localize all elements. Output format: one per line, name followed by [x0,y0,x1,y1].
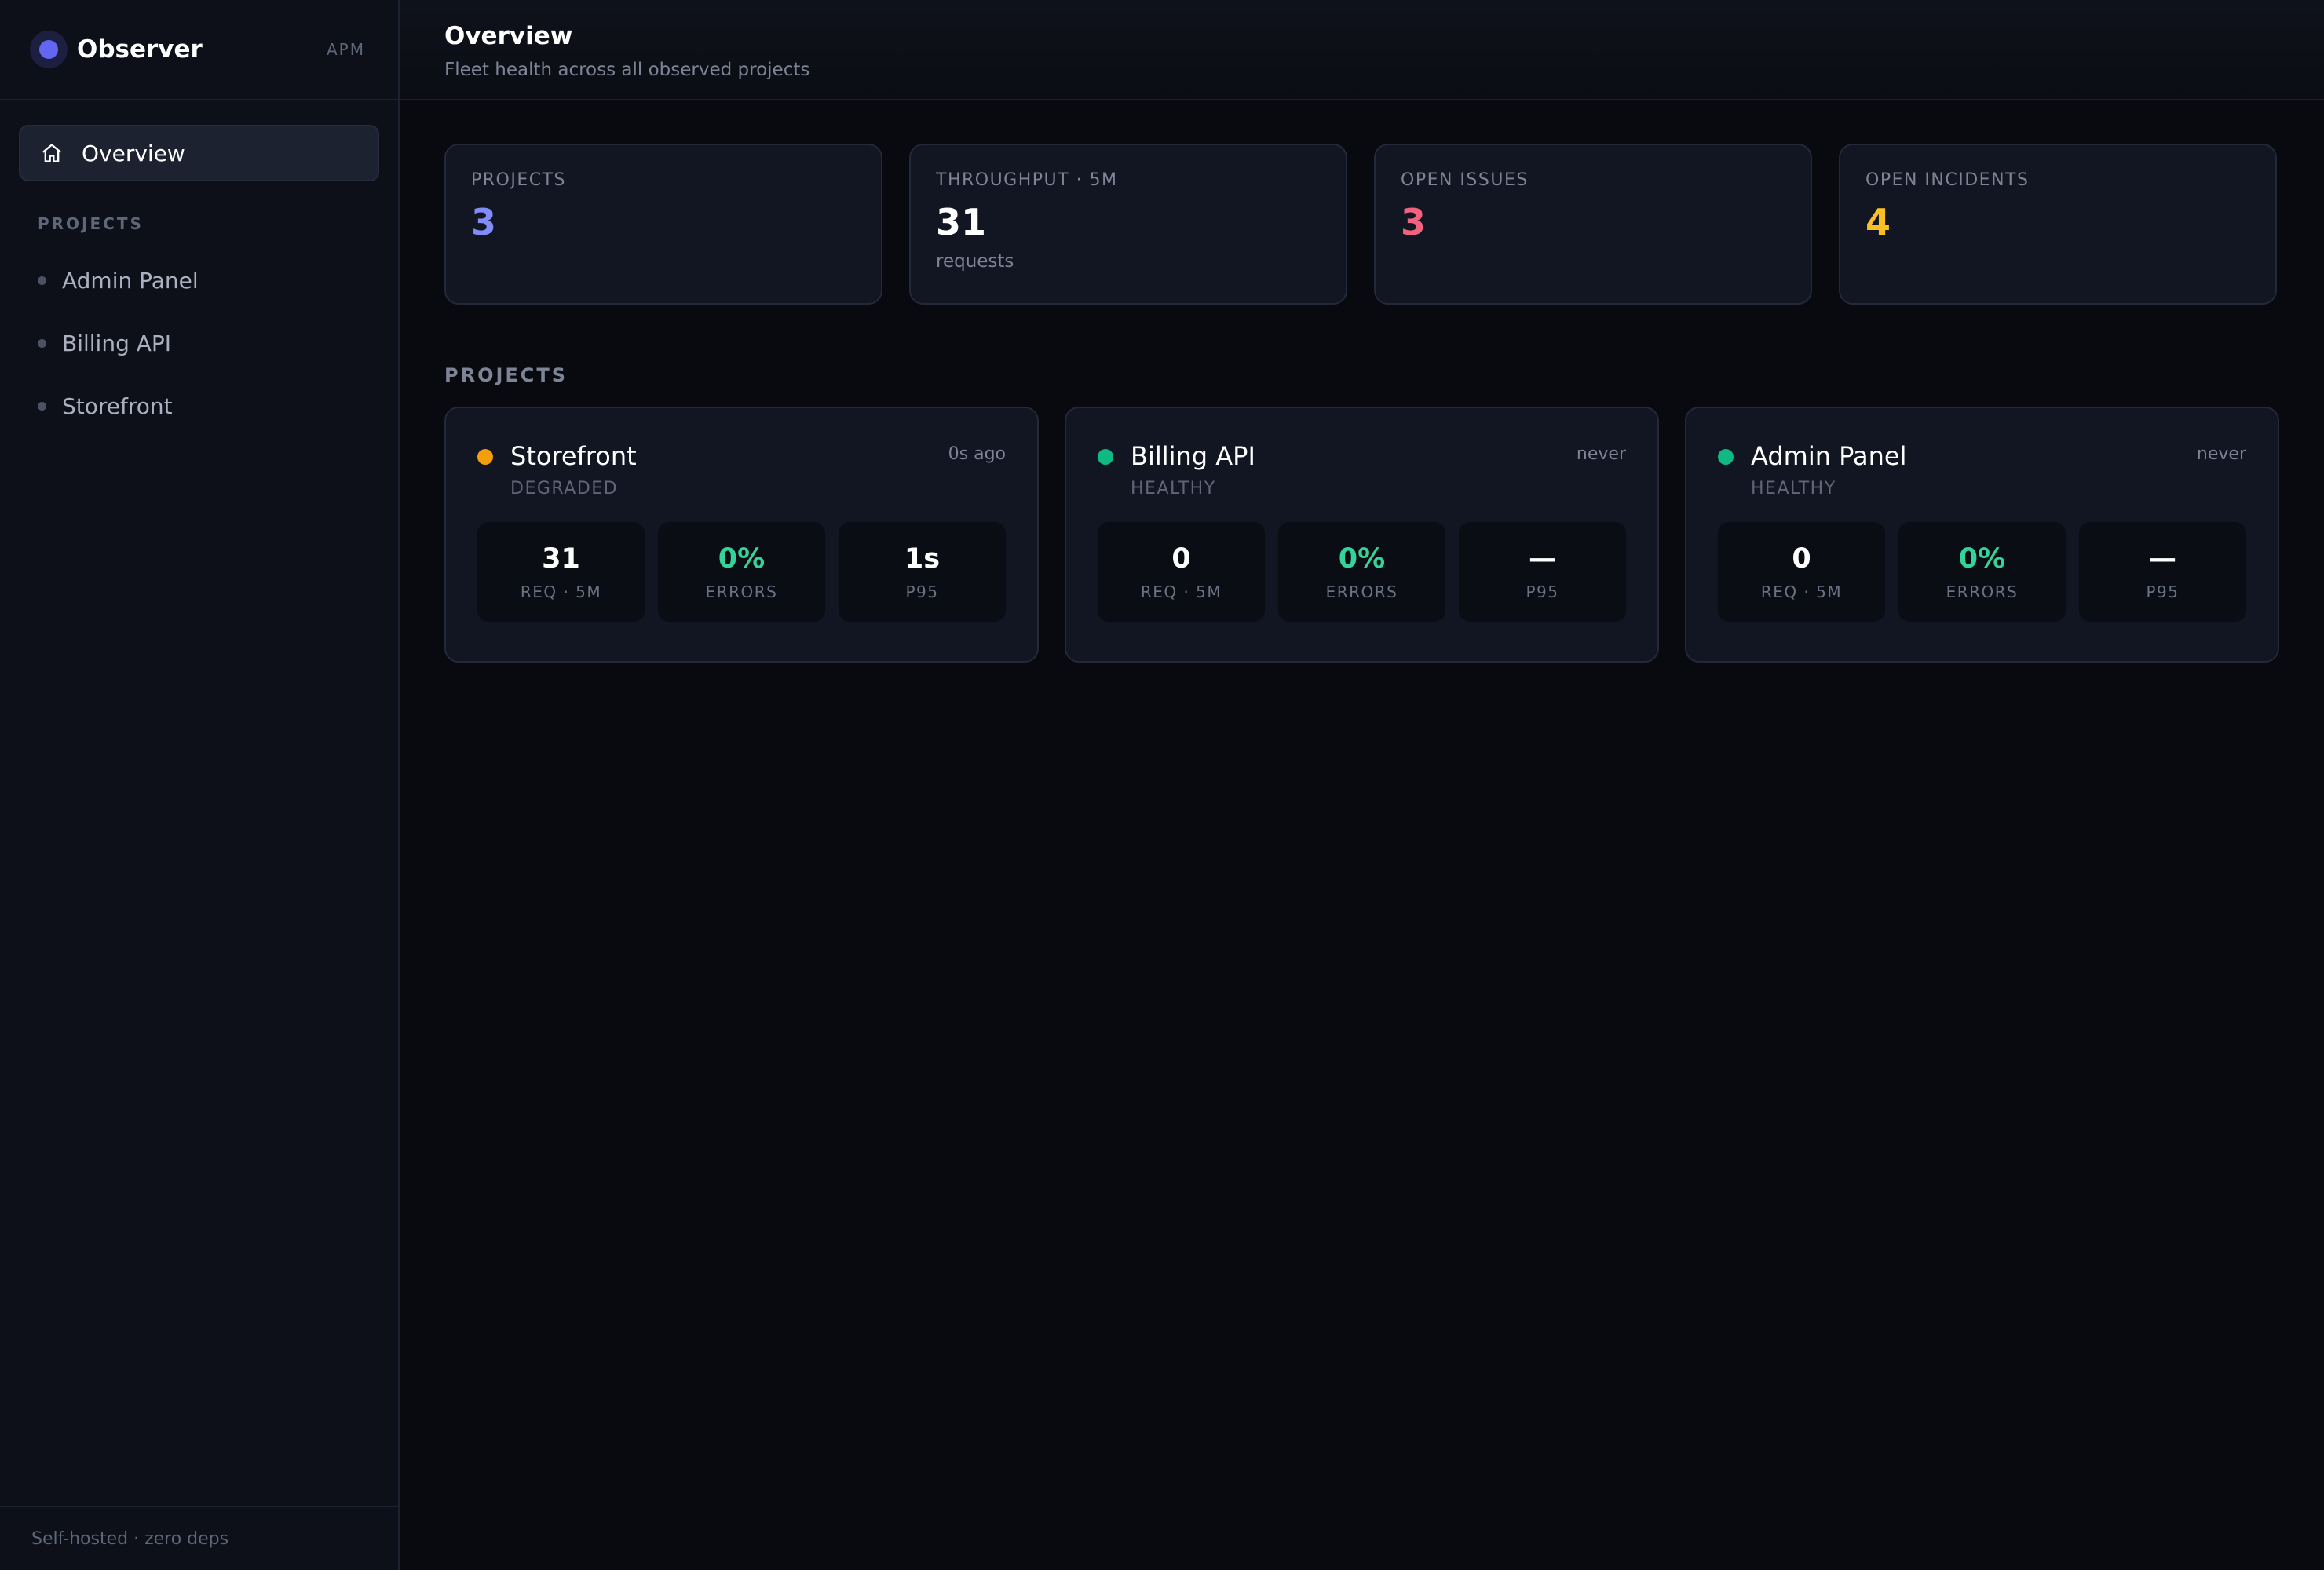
status-dot-icon [477,449,493,465]
project-name: Admin Panel [1751,441,1907,471]
metric-requests: 0 REQ · 5M [1098,522,1265,622]
page-header: Overview Fleet health across all observe… [400,0,2324,100]
stat-label: PROJECTS [471,170,567,190]
brand-name: Observer [77,35,203,64]
status-dot-icon [1718,449,1734,465]
metric-label: ERRORS [1325,582,1398,601]
project-last-seen: 0s ago [948,444,1006,464]
metric-value: — [1529,542,1556,575]
metric-p95: 1s P95 [839,522,1006,622]
sidebar-section-projects: PROJECTS [38,214,144,233]
stat-label: THROUGHPUT · 5M [936,170,1118,190]
metric-label: REQ · 5M [1140,582,1222,601]
stat-card-projects: PROJECTS 3 [444,144,882,305]
project-cards: Storefront DEGRADED 0s ago 31 REQ · 5M 0… [444,407,2279,663]
project-metrics: 31 REQ · 5M 0% ERRORS 1s P95 [477,522,1006,622]
brand-tag: APM [327,40,365,59]
sidebar-nav: Overview PROJECTS Admin Panel Billing AP… [0,100,398,1506]
stat-label: OPEN ISSUES [1401,170,1529,190]
sidebar-footer: Self-hosted · zero deps [0,1506,398,1570]
metric-label: ERRORS [1946,582,2019,601]
metric-errors: 0% ERRORS [1278,522,1445,622]
project-status: HEALTHY [1131,479,1216,498]
metric-label: P95 [905,582,939,601]
sidebar-item-storefront[interactable]: Storefront [19,374,379,437]
stat-label: OPEN INCIDENTS [1865,170,2030,190]
sidebar: Observer APM Overview PROJECTS Admin Pan… [0,0,400,1570]
project-card-billing-api[interactable]: Billing API HEALTHY never 0 REQ · 5M 0% … [1065,407,1659,663]
metric-value: 0 [1792,542,1811,575]
brand-logo-icon [30,31,68,68]
metric-label: P95 [1526,582,1559,601]
metric-p95: — P95 [2079,522,2246,622]
stat-value: 3 [471,201,497,243]
metric-label: REQ · 5M [520,582,602,601]
sidebar-item-overview[interactable]: Overview [19,125,379,181]
stat-card-throughput: THROUGHPUT · 5M 31 requests [909,144,1347,305]
project-status: HEALTHY [1751,479,1836,498]
metric-requests: 31 REQ · 5M [477,522,645,622]
sidebar-item-admin-panel[interactable]: Admin Panel [19,249,379,312]
metric-label: REQ · 5M [1760,582,1843,601]
page-title: Overview [444,22,573,50]
bullet-icon [38,401,46,411]
project-name: Billing API [1131,441,1255,471]
metric-p95: — P95 [1459,522,1626,622]
metric-value: 0% [1338,542,1386,575]
stat-card-open-issues: OPEN ISSUES 3 [1374,144,1812,305]
bullet-icon [38,276,46,285]
sidebar-item-billing-api[interactable]: Billing API [19,312,379,374]
sidebar-item-label: Overview [82,140,185,166]
project-last-seen: never [1576,444,1626,464]
project-name: Storefront [510,441,637,471]
stat-card-open-incidents: OPEN INCIDENTS 4 [1839,144,2277,305]
overview-content: PROJECTS 3 THROUGHPUT · 5M 31 requests O… [400,100,2324,663]
metric-value: 0% [1958,542,2006,575]
app-shell: Observer APM Overview PROJECTS Admin Pan… [0,0,2324,1570]
metric-label: ERRORS [705,582,778,601]
sidebar-item-label: Billing API [62,330,172,356]
sidebar-item-label: Admin Panel [62,267,199,294]
project-metrics: 0 REQ · 5M 0% ERRORS — P95 [1718,522,2246,622]
project-status: DEGRADED [510,479,619,498]
stat-value: 4 [1865,201,1891,243]
brand: Observer APM [0,0,398,100]
bullet-icon [38,338,46,348]
project-card-storefront[interactable]: Storefront DEGRADED 0s ago 31 REQ · 5M 0… [444,407,1039,663]
metric-value: — [2149,542,2176,575]
project-card-admin-panel[interactable]: Admin Panel HEALTHY never 0 REQ · 5M 0% … [1685,407,2279,663]
stat-value: 3 [1401,201,1427,243]
metric-value: 0% [718,542,766,575]
stat-cards: PROJECTS 3 THROUGHPUT · 5M 31 requests O… [444,144,2279,305]
main-content: Overview Fleet health across all observe… [400,0,2324,1570]
sidebar-project-list: Admin Panel Billing API Storefront [19,249,379,437]
stat-value: 31 [936,201,987,243]
section-title-projects: PROJECTS [444,364,568,386]
sidebar-item-label: Storefront [62,392,173,419]
metric-value: 0 [1171,542,1191,575]
metric-errors: 0% ERRORS [658,522,825,622]
project-metrics: 0 REQ · 5M 0% ERRORS — P95 [1098,522,1626,622]
metric-value: 31 [542,542,580,575]
home-icon [41,141,64,165]
metric-value: 1s [904,542,941,575]
page-subtitle: Fleet health across all observed project… [444,60,810,80]
status-dot-icon [1098,449,1113,465]
project-last-seen: never [2196,444,2246,464]
metric-requests: 0 REQ · 5M [1718,522,1885,622]
metric-errors: 0% ERRORS [1898,522,2066,622]
metric-label: P95 [2146,582,2180,601]
stat-sublabel: requests [936,251,1014,272]
